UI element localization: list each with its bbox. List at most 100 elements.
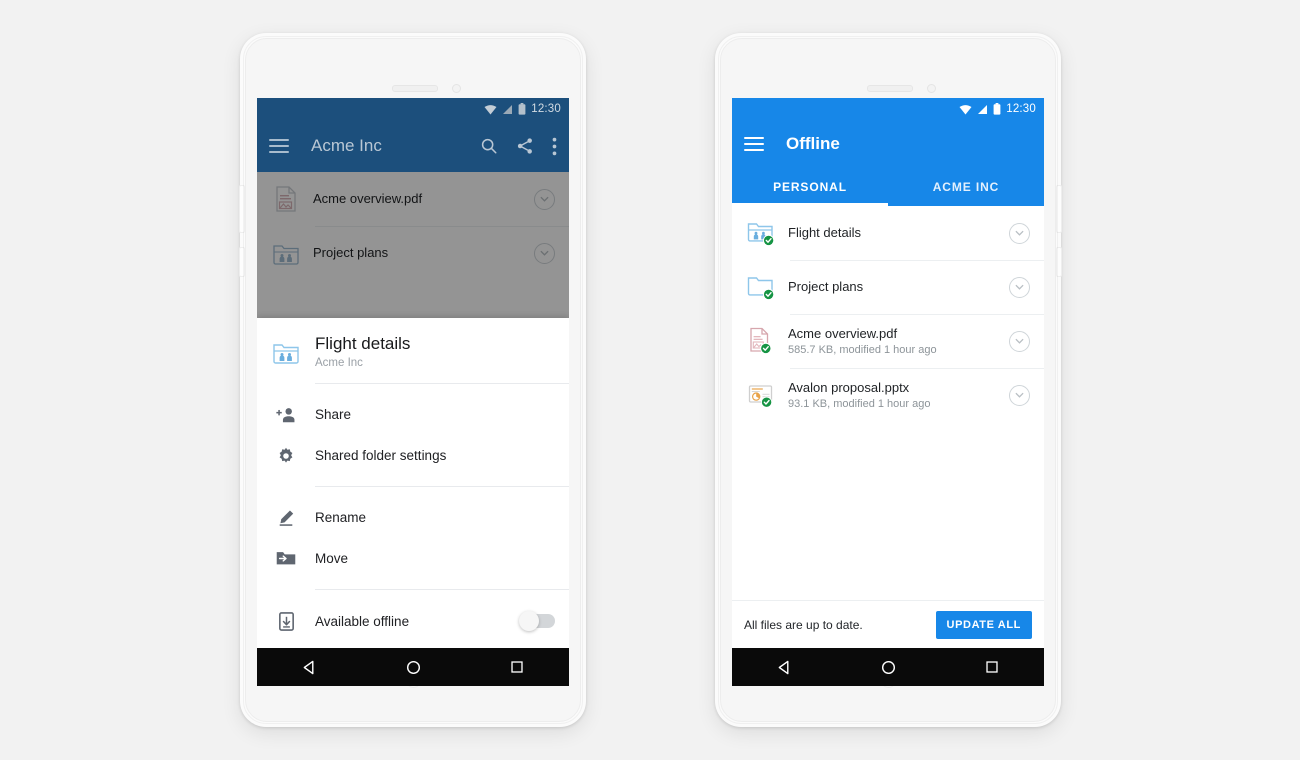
home-icon[interactable] — [868, 648, 908, 686]
table-row[interactable]: Avalon proposal.pptx 93.1 KB, modified 1… — [732, 368, 1044, 422]
left-app-bar: Acme Inc — [257, 120, 569, 172]
menu-item-rename[interactable]: Rename — [257, 497, 569, 538]
volume-button[interactable] — [239, 185, 245, 233]
table-row[interactable]: Acme overview.pdf 585.7 KB, modified 1 h… — [732, 314, 1044, 368]
menu-item-label: Shared folder settings — [315, 448, 447, 463]
signal-icon — [503, 104, 513, 114]
sheet-scrim-overlay[interactable] — [257, 172, 569, 318]
account-tabs: PERSONAL ACME INC — [732, 168, 1044, 206]
menu-item-label: Rename — [315, 510, 367, 525]
file-name: Project plans — [788, 279, 864, 294]
right-app-bar: Offline — [732, 120, 1044, 168]
hamburger-icon[interactable] — [269, 139, 289, 153]
pptx-file-icon — [746, 380, 776, 410]
earpiece-speaker — [392, 85, 438, 92]
table-row-text: Avalon proposal.pptx 93.1 KB, modified 1… — [788, 380, 1009, 411]
menu-item-label: Share — [315, 407, 352, 422]
menu-item-move[interactable]: Move — [257, 538, 569, 579]
app-bar-title: Acme Inc — [311, 136, 382, 155]
update-status-text: All files are up to date. — [744, 617, 863, 632]
table-row-text: Project plans — [788, 279, 1009, 295]
chevron-down-icon[interactable] — [1009, 276, 1030, 298]
recents-icon[interactable] — [497, 648, 537, 686]
right-status-bar: 12:30 — [732, 98, 1044, 120]
bottom-sheet-subtitle: Acme Inc — [315, 357, 363, 369]
file-options-bottom-sheet: Flight details Acme Inc Share Shared fol… — [257, 318, 569, 648]
tab-personal[interactable]: PERSONAL — [732, 168, 888, 206]
bottom-sheet-title: Flight details — [315, 334, 411, 353]
folder-icon — [746, 272, 776, 302]
menu-item-shared-folder-settings[interactable]: Shared folder settings — [257, 435, 569, 476]
battery-icon — [993, 103, 1001, 115]
toggle-knob — [519, 611, 539, 631]
shared-folder-icon — [746, 218, 776, 248]
status-time: 12:30 — [1006, 103, 1036, 115]
overflow-menu-icon[interactable] — [552, 137, 557, 156]
signal-icon — [978, 104, 988, 114]
table-row[interactable]: Flight details — [732, 206, 1044, 260]
chevron-down-icon[interactable] — [1009, 384, 1030, 406]
table-row-text: Acme overview.pdf 585.7 KB, modified 1 h… — [788, 326, 1009, 357]
file-name: Avalon proposal.pptx — [788, 379, 910, 395]
share-icon[interactable] — [516, 137, 534, 155]
offline-check-badge — [761, 396, 773, 408]
earpiece-speaker — [867, 85, 913, 92]
power-button[interactable] — [1056, 247, 1062, 277]
chevron-down-icon[interactable] — [1009, 222, 1030, 244]
person-add-icon — [271, 406, 301, 424]
home-icon[interactable] — [393, 648, 433, 686]
right-phone-device: 12:30 Offline PERSONAL ACME INC Flight d… — [715, 33, 1062, 727]
search-icon[interactable] — [480, 137, 498, 155]
left-phone-device: 12:30 Acme Inc Acme overview.pdf Project… — [239, 33, 586, 727]
left-phone-screen: 12:30 Acme Inc Acme overview.pdf Project… — [257, 98, 569, 686]
wifi-icon — [484, 104, 497, 114]
phone-download-icon — [271, 611, 301, 631]
menu-item-available-offline[interactable]: Available offline — [257, 604, 569, 638]
pdf-file-icon — [746, 326, 776, 356]
sheet-group-file-ops: Rename Move — [257, 487, 569, 589]
update-status-bar: All files are up to date. UPDATE ALL — [732, 600, 1044, 648]
status-time: 12:30 — [531, 103, 561, 115]
file-meta: 93.1 KB, modified 1 hour ago — [788, 397, 931, 410]
right-phone-screen: 12:30 Offline PERSONAL ACME INC Flight d… — [732, 98, 1044, 686]
offline-check-badge — [763, 288, 775, 300]
tab-label: PERSONAL — [773, 180, 847, 194]
available-offline-toggle[interactable] — [519, 611, 555, 631]
file-name: Flight details — [788, 225, 861, 240]
left-android-nav-bar — [257, 648, 569, 686]
pencil-icon — [271, 509, 301, 527]
table-row[interactable]: Project plans — [732, 260, 1044, 314]
offline-check-badge — [760, 342, 772, 354]
file-name: Acme overview.pdf — [788, 325, 898, 341]
sheet-group-sharing: Share Shared folder settings — [257, 384, 569, 486]
back-icon[interactable] — [764, 648, 804, 686]
update-all-button[interactable]: UPDATE ALL — [935, 610, 1032, 639]
file-meta: 585.7 KB, modified 1 hour ago — [788, 343, 937, 356]
table-row-text: Flight details — [788, 225, 1009, 241]
right-android-nav-bar — [732, 648, 1044, 686]
move-folder-icon — [271, 550, 301, 567]
hamburger-icon[interactable] — [744, 137, 764, 151]
wifi-icon — [959, 104, 972, 114]
app-bar-actions — [480, 137, 557, 156]
tab-label: ACME INC — [932, 180, 1000, 194]
tab-acme-inc[interactable]: ACME INC — [888, 168, 1044, 206]
menu-item-label: Move — [315, 551, 349, 566]
bottom-sheet-header-text: Flight details Acme Inc — [315, 334, 410, 369]
volume-button[interactable] — [1056, 185, 1062, 233]
menu-item-label: Available offline — [315, 613, 410, 629]
front-camera — [452, 84, 461, 93]
recents-icon[interactable] — [972, 648, 1012, 686]
menu-item-share[interactable]: Share — [257, 394, 569, 435]
left-status-bar: 12:30 — [257, 98, 569, 120]
power-button[interactable] — [239, 247, 245, 277]
app-bar-title: Offline — [786, 134, 840, 153]
front-camera — [927, 84, 936, 93]
offline-check-badge — [763, 234, 775, 246]
chevron-down-icon[interactable] — [1009, 330, 1030, 352]
screenshot-canvas: 12:30 Acme Inc Acme overview.pdf Project… — [0, 0, 1300, 760]
offline-files-list: Flight details Project plans Acme overvi… — [732, 206, 1044, 422]
gear-icon — [271, 447, 301, 465]
back-icon[interactable] — [289, 648, 329, 686]
battery-icon — [518, 103, 526, 115]
